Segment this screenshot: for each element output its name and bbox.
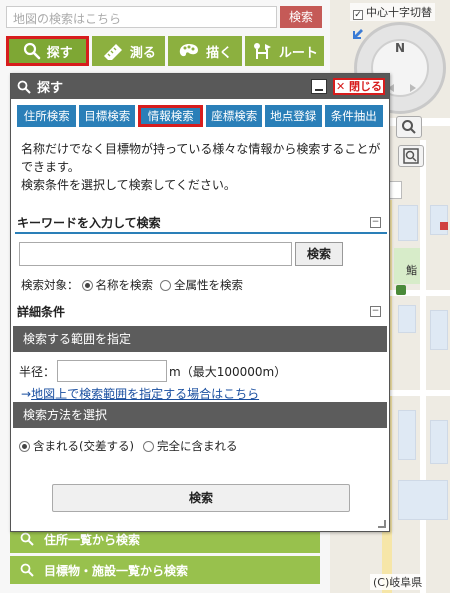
- center-crosshair-toggle[interactable]: ✓ 中心十字切替: [350, 3, 435, 21]
- map-search-input[interactable]: 地図の検索はこちら: [6, 6, 277, 28]
- nav-measure-label: 測る: [129, 45, 156, 61]
- nav-route-label: ルート: [278, 45, 318, 61]
- radius-row: 半径： m（最大100000m）: [19, 360, 286, 382]
- nav-measure-button[interactable]: 測る: [92, 36, 166, 66]
- radius-input[interactable]: [57, 360, 168, 382]
- compass-north-label: N: [394, 41, 406, 55]
- route-icon: [253, 43, 271, 59]
- map-label: 鮨: [406, 264, 417, 277]
- map-search-button[interactable]: 検索: [280, 6, 322, 28]
- nav-route-button[interactable]: ルート: [244, 36, 324, 66]
- close-label: 閉じる: [349, 80, 383, 93]
- map-marker[interactable]: [440, 222, 448, 230]
- search-icon: [23, 42, 40, 60]
- search-icon: [20, 563, 34, 577]
- radius-unit: m（最大100000m）: [169, 364, 287, 379]
- nav-search-label: 探す: [46, 45, 73, 61]
- keyword-input[interactable]: [19, 242, 292, 266]
- main-nav: 探す 測る 描く ルート: [6, 36, 324, 66]
- checkbox-icon[interactable]: ✓: [353, 10, 363, 20]
- radius-label: 半径：: [19, 364, 56, 379]
- radio-intersect-label[interactable]: 含まれる(交差する): [33, 438, 134, 454]
- radio-intersect[interactable]: [19, 440, 30, 452]
- radio-fully-contained-label[interactable]: 完全に含まれる: [157, 438, 238, 454]
- keyword-section-title: キーワードを入力して検索: [17, 216, 161, 230]
- tab-landmark-search[interactable]: 目標検索: [79, 105, 136, 127]
- zoom-out-button[interactable]: [398, 145, 424, 167]
- ruler-icon: [103, 44, 122, 60]
- method-options: 含まれる(交差する) 完全に含まれる: [19, 438, 237, 454]
- radio-all-label[interactable]: 全属性を検索: [174, 277, 243, 293]
- search-target-options: 検索対象： 名称を検索 全属性を検索: [21, 277, 243, 293]
- nav-search-button[interactable]: 探す: [6, 36, 90, 66]
- tab-coordinate-search[interactable]: 座標検索: [206, 105, 262, 127]
- minimize-button[interactable]: [311, 79, 327, 94]
- collapse-icon[interactable]: −: [370, 306, 381, 317]
- dialog-title: 探す: [37, 81, 64, 96]
- keyword-section-header[interactable]: キーワードを入力して検索 −: [15, 214, 387, 234]
- search-dialog: 探す ✕ 閉じる 住所検索 目標検索 情報検索 座標検索 地点登録 条件抽出 名…: [10, 73, 390, 532]
- keyword-search-button[interactable]: 検索: [295, 242, 343, 266]
- copyright: (C)岐阜県: [370, 574, 426, 590]
- tab-point-register[interactable]: 地点登録: [264, 105, 322, 127]
- search-button[interactable]: 検索: [52, 484, 350, 512]
- description-line: 名称だけでなく目標物が持っている様々な情報から検索することが: [21, 142, 381, 156]
- description: 名称だけでなく目標物が持っている様々な情報から検索することが できます。 検索条…: [21, 140, 381, 194]
- close-button[interactable]: ✕ 閉じる: [333, 78, 385, 95]
- radio-name-label[interactable]: 名称を検索: [96, 277, 154, 293]
- search-icon: [17, 80, 31, 94]
- method-header: 検索方法を選択: [13, 402, 387, 428]
- description-line: できます。: [21, 160, 80, 174]
- link-arrow: →: [21, 387, 32, 401]
- description-line: 検索条件を選択して検索してください。: [21, 178, 236, 192]
- nav-draw-button[interactable]: 描く: [168, 36, 242, 66]
- radio-all-attributes[interactable]: [160, 279, 171, 291]
- zoom-in-button[interactable]: [396, 116, 422, 138]
- map-range-link[interactable]: →地図上で検索範囲を指定する場合はこちら: [21, 385, 259, 402]
- search-tabs: 住所検索 目標検索 情報検索 座標検索 地点登録 条件抽出: [17, 105, 383, 127]
- resize-grip-icon[interactable]: [378, 520, 386, 528]
- tab-info-search[interactable]: 情報検索: [138, 105, 204, 127]
- close-icon: ✕: [335, 80, 346, 93]
- detail-section-title: 詳細条件: [17, 305, 66, 319]
- landmark-list-label: 目標物・施設一覧から検索: [44, 563, 189, 578]
- map-marker[interactable]: [396, 285, 406, 295]
- compass-arrows-icon: [388, 84, 416, 92]
- address-list-label: 住所一覧から検索: [44, 532, 141, 547]
- list-search-menu: 住所一覧から検索 目標物・施設一覧から検索: [10, 525, 320, 587]
- search-icon: [20, 532, 34, 546]
- range-header: 検索する範囲を指定: [13, 326, 387, 352]
- nav-draw-label: 描く: [206, 45, 233, 61]
- center-toggle-label: 中心十字切替: [366, 6, 432, 19]
- search-target-label: 検索対象：: [21, 278, 79, 292]
- landmark-list-search-item[interactable]: 目標物・施設一覧から検索: [10, 556, 320, 584]
- radio-fully-contained[interactable]: [142, 440, 154, 452]
- tab-condition-extract[interactable]: 条件抽出: [324, 105, 383, 127]
- collapse-icon[interactable]: −: [370, 217, 381, 228]
- map-range-link-label[interactable]: 地図上で検索範囲を指定する場合はこちら: [31, 387, 259, 401]
- palette-icon: [179, 44, 199, 57]
- radio-name-search[interactable]: [81, 279, 93, 291]
- detail-section-header[interactable]: 詳細条件 −: [15, 303, 387, 323]
- tab-address-search[interactable]: 住所検索: [17, 105, 77, 127]
